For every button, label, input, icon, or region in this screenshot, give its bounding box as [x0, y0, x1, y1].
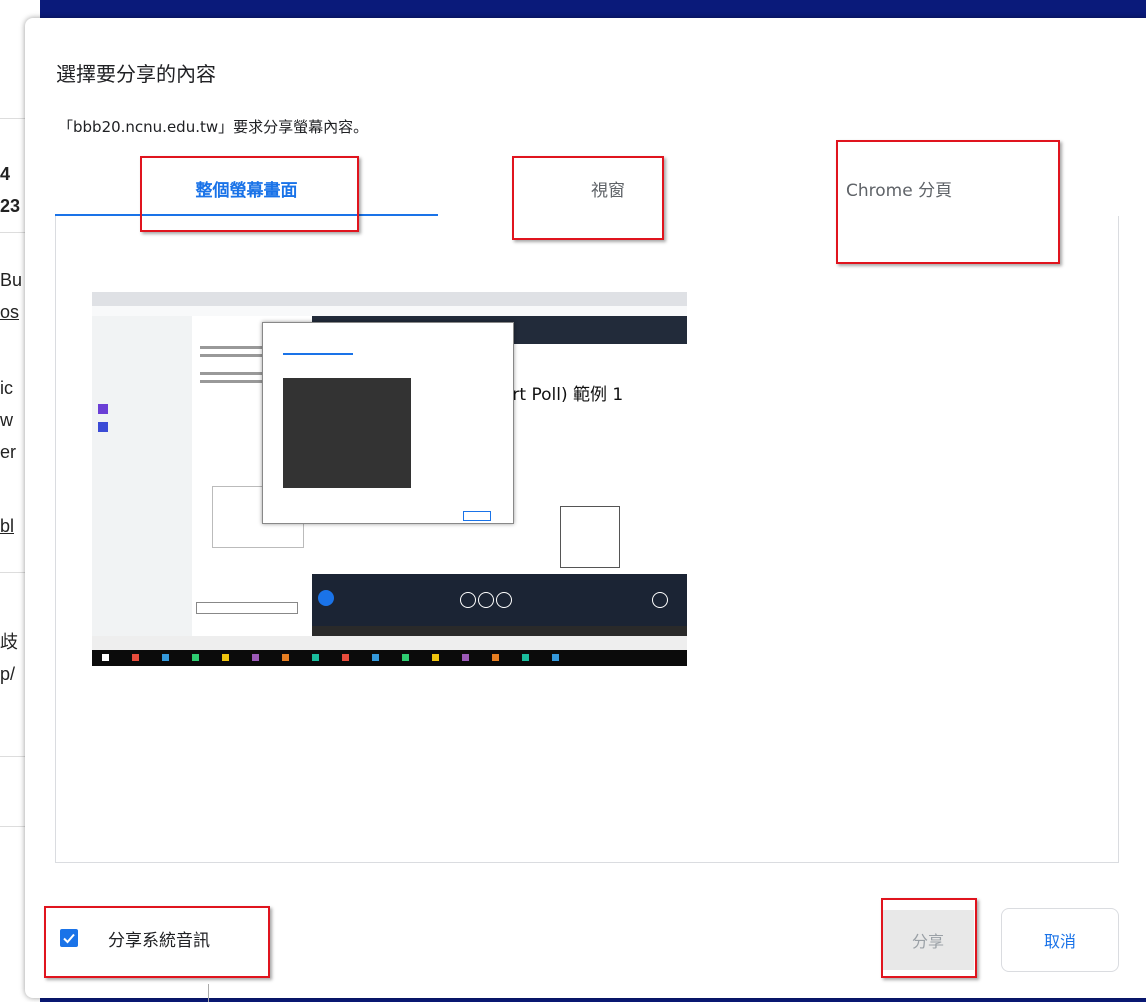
thumbnail-nested-preview	[283, 378, 411, 488]
tab-label: 視窗	[591, 180, 625, 201]
thumbnail-mic-icon	[460, 592, 476, 608]
background-link[interactable]: os	[0, 302, 19, 323]
taskbar-icon	[192, 654, 199, 661]
cancel-button[interactable]: 取消	[1001, 908, 1119, 972]
background-text: p/	[0, 664, 16, 684]
thumbnail-settings-icon	[652, 592, 668, 608]
taskbar-icon	[492, 654, 499, 661]
taskbar-icon	[432, 654, 439, 661]
share-audio-label[interactable]: 分享系統音訊	[108, 926, 210, 951]
taskbar-icon	[552, 654, 559, 661]
thumbnail-poll-results	[560, 506, 620, 568]
share-source-tabs: 整個螢幕畫面 視窗 Chrome 分頁	[55, 160, 1117, 217]
background-text: Bu	[0, 270, 23, 290]
thumbnail-sidebar	[92, 316, 192, 636]
taskbar-icon	[102, 654, 109, 661]
thumbnail-tab-indicator	[283, 353, 353, 355]
thumbnail-controls-bar	[312, 574, 687, 626]
taskbar-icon	[312, 654, 319, 661]
taskbar-icon	[252, 654, 259, 661]
tab-label: Chrome 分頁	[846, 180, 953, 201]
thumbnail-plus-icon	[318, 590, 334, 606]
entire-screen-thumbnail[interactable]: art Poll) 範例 1	[92, 292, 687, 666]
taskbar-icon	[162, 654, 169, 661]
thumbnail-download-bar	[92, 636, 687, 650]
background-divider	[208, 984, 209, 1002]
tab-label: 整個螢幕畫面	[195, 180, 298, 201]
background-text: w	[0, 410, 13, 430]
tab-chrome-tab[interactable]: Chrome 分頁	[778, 160, 1117, 216]
thumbnail-camera-icon	[496, 592, 512, 608]
background-text: 23	[0, 196, 21, 216]
tab-entire-screen[interactable]: 整個螢幕畫面	[55, 160, 438, 217]
dialog-title: 選擇要分享的內容	[56, 62, 216, 86]
taskbar-icon	[132, 654, 139, 661]
taskbar-icon	[342, 654, 349, 661]
checkmark-icon	[63, 933, 75, 944]
thumbnail-chat-input	[196, 602, 298, 614]
taskbar-icon	[462, 654, 469, 661]
thumbnail-slide-title: art Poll) 範例 1	[502, 385, 624, 405]
taskbar-icon	[402, 654, 409, 661]
share-button[interactable]: 分享	[882, 910, 974, 970]
background-top-strip	[40, 0, 1146, 18]
taskbar-icon	[282, 654, 289, 661]
thumbnail-nested-dialog	[262, 322, 514, 524]
thumbnail-button	[463, 511, 491, 521]
taskbar-icon	[372, 654, 379, 661]
background-text: 歧	[0, 632, 18, 652]
background-text: ic	[0, 378, 13, 398]
background-text: er	[0, 442, 17, 462]
dialog-subtitle: 「bbb20.ncnu.edu.tw」要求分享螢幕內容。	[58, 118, 369, 136]
tab-window[interactable]: 視窗	[438, 160, 778, 216]
thumbnail-taskbar	[92, 650, 687, 666]
background-text: 4	[0, 164, 11, 184]
taskbar-icon	[222, 654, 229, 661]
background-link[interactable]: bl	[0, 516, 14, 537]
thumbnail-app-icon	[98, 422, 108, 432]
share-audio-checkbox[interactable]	[60, 929, 78, 947]
thumbnail-browser-tabs	[92, 292, 687, 306]
thumbnail-headset-icon	[478, 592, 494, 608]
thumbnail-app-icon	[98, 404, 108, 414]
taskbar-icon	[522, 654, 529, 661]
